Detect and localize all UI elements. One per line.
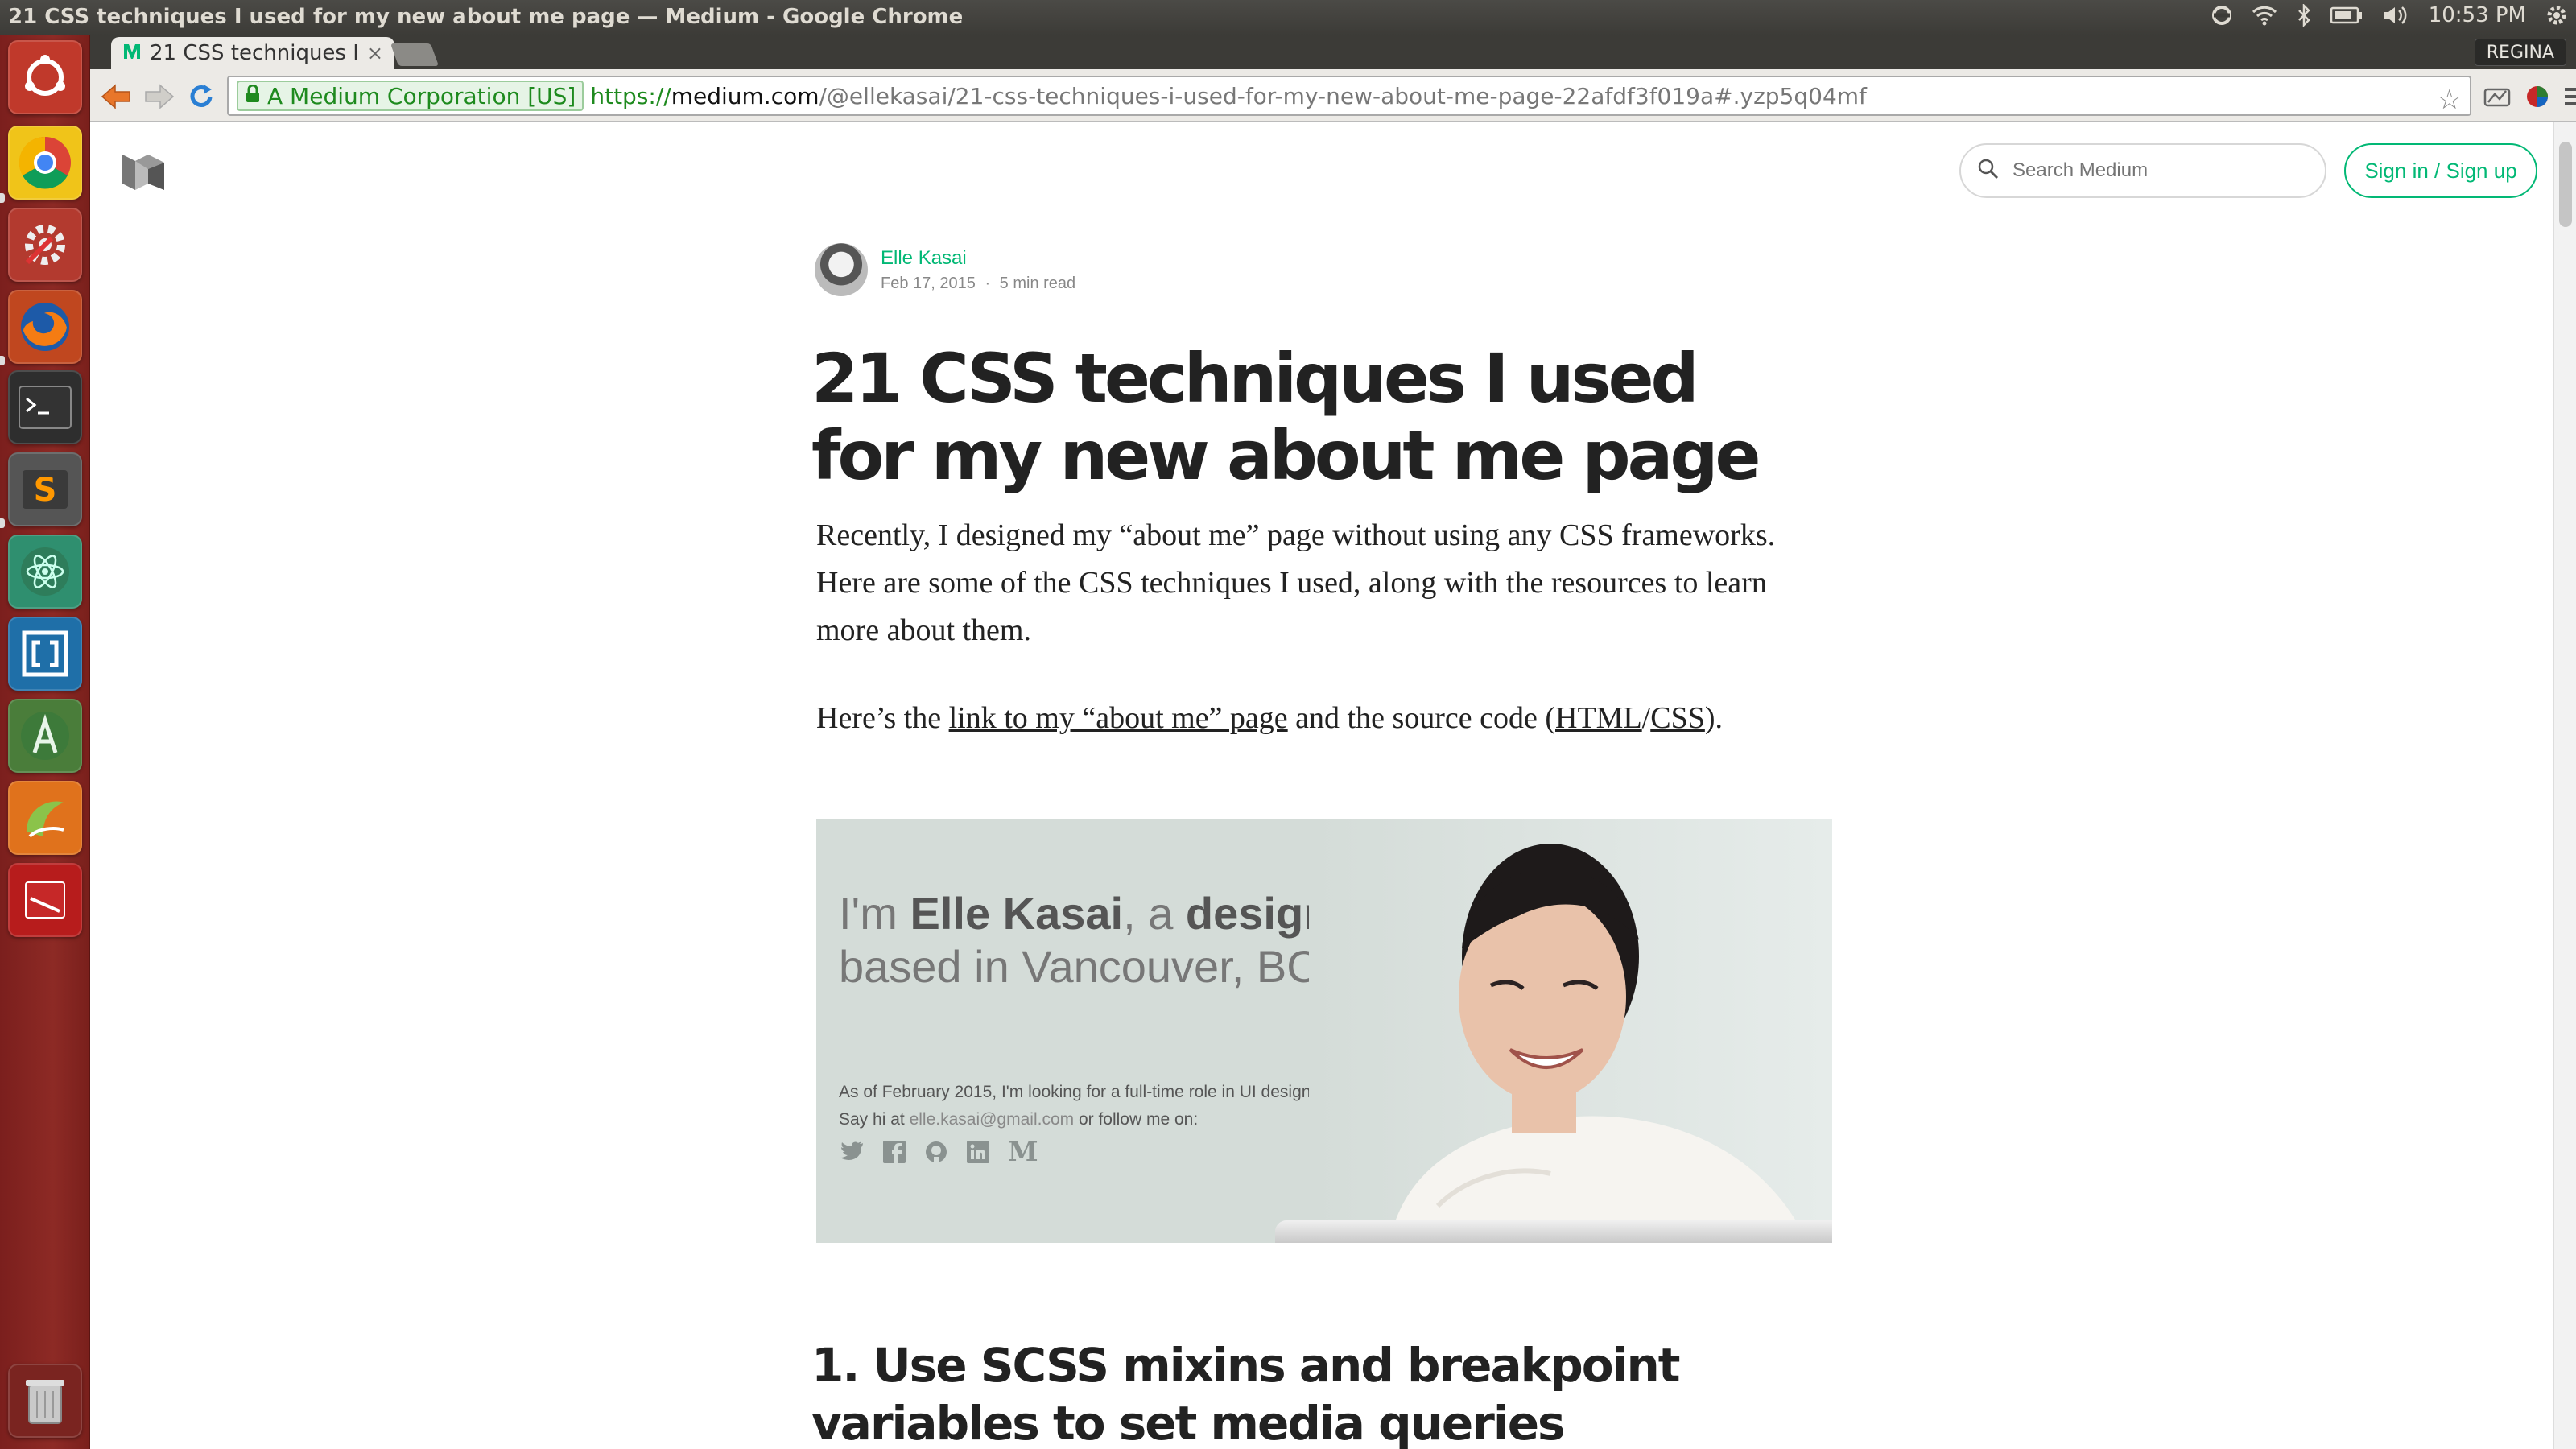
system-settings-icon[interactable] bbox=[8, 208, 82, 282]
tab-title: 21 CSS techniques I used for my new abou… bbox=[150, 41, 362, 65]
back-button[interactable] bbox=[98, 79, 134, 114]
volume-icon[interactable] bbox=[2382, 5, 2409, 26]
hero-intro-2: , a bbox=[1123, 888, 1186, 939]
meta-separator: · bbox=[985, 274, 991, 292]
search-input[interactable] bbox=[2011, 159, 2309, 183]
tab-article[interactable]: 21 CSS techniques I used for my new abou… bbox=[111, 37, 394, 69]
reload-button[interactable] bbox=[184, 79, 219, 114]
sublime-text-icon[interactable]: S bbox=[8, 452, 82, 526]
bluetooth-icon[interactable] bbox=[2297, 4, 2311, 27]
facebook-icon bbox=[882, 1140, 906, 1167]
avatar[interactable] bbox=[815, 243, 868, 296]
tab-strip: 21 CSS techniques I used for my new abou… bbox=[90, 35, 2576, 69]
wifi-icon[interactable] bbox=[2252, 5, 2277, 26]
article-body: 21 CSS techniques I used for my new abou… bbox=[811, 340, 1810, 742]
links-suffix: ). bbox=[1704, 701, 1724, 735]
svg-text:S: S bbox=[34, 472, 57, 509]
unity-launcher: S bbox=[0, 35, 90, 1449]
brackets-icon[interactable] bbox=[8, 617, 82, 691]
url-host: medium.com bbox=[671, 82, 819, 109]
extension-color-icon[interactable] bbox=[2521, 80, 2553, 113]
links-prefix: Here’s the bbox=[816, 701, 949, 735]
laptop-edge bbox=[1275, 1220, 1832, 1243]
github-icon bbox=[924, 1140, 948, 1167]
ubuntu-dash-icon[interactable] bbox=[8, 40, 82, 114]
chrome-menu-icon[interactable] bbox=[2558, 80, 2576, 113]
battery-icon[interactable] bbox=[2330, 6, 2363, 24]
html-source-link[interactable]: HTML bbox=[1555, 701, 1642, 735]
linkedin-icon bbox=[966, 1140, 990, 1167]
hero-image: I'm Elle Kasai, a designer based in Vanc… bbox=[816, 819, 1832, 1243]
profile-badge[interactable]: REGINA bbox=[2474, 39, 2566, 66]
lock-icon bbox=[245, 83, 261, 109]
web-page: Sign in / Sign up Elle Kasai Feb 17, 201… bbox=[90, 122, 2553, 1449]
section-heading-1: 1. Use SCSS mixins and breakpoint variab… bbox=[811, 1338, 1680, 1449]
new-tab-button[interactable] bbox=[390, 43, 440, 66]
signin-button[interactable]: Sign in / Sign up bbox=[2344, 143, 2537, 198]
post-meta: Feb 17, 2015 · 5 min read bbox=[881, 275, 1075, 293]
book-icon[interactable] bbox=[8, 863, 82, 937]
hero-intro-3: based in Vancouver, BC. bbox=[839, 941, 1332, 992]
hero-email: elle.kasai@gmail.com bbox=[909, 1110, 1075, 1129]
gear-icon[interactable] bbox=[2545, 4, 2568, 27]
terminal-icon[interactable] bbox=[8, 370, 82, 444]
system-indicators: 10:53 PM bbox=[2211, 3, 2568, 27]
android-studio-icon[interactable] bbox=[8, 699, 82, 773]
article-links-paragraph: Here’s the link to my “about me” page an… bbox=[816, 695, 1810, 742]
tab-close-icon[interactable]: × bbox=[367, 42, 383, 64]
sweethome-icon[interactable] bbox=[8, 781, 82, 855]
url-scheme: https:// bbox=[590, 82, 671, 109]
running-indicator bbox=[0, 356, 5, 365]
about-me-link[interactable]: link to my “about me” page bbox=[949, 701, 1288, 735]
links-slash: / bbox=[1641, 701, 1651, 735]
scrollbar-thumb[interactable] bbox=[2559, 142, 2572, 227]
author-name[interactable]: Elle Kasai bbox=[881, 247, 1075, 270]
extension-icon[interactable] bbox=[2481, 80, 2513, 113]
window-title: 21 CSS techniques I used for my new abou… bbox=[8, 5, 964, 29]
running-indicator bbox=[0, 518, 5, 528]
medium-favicon-icon bbox=[122, 43, 142, 64]
hero-name: Elle Kasai bbox=[910, 888, 1124, 939]
forward-button[interactable] bbox=[142, 79, 177, 114]
post-date: Feb 17, 2015 bbox=[881, 274, 976, 292]
sync-icon[interactable] bbox=[2211, 5, 2232, 26]
article-title: 21 CSS techniques I used for my new abou… bbox=[811, 339, 1761, 495]
running-indicator bbox=[0, 193, 5, 203]
medium-m-icon: M bbox=[1008, 1136, 1038, 1168]
links-middle: and the source code ( bbox=[1287, 701, 1556, 735]
author-block: Elle Kasai Feb 17, 2015 · 5 min read bbox=[815, 243, 1075, 296]
hero-social-icons: M bbox=[839, 1136, 1038, 1168]
read-time: 5 min read bbox=[999, 274, 1076, 292]
twitter-icon bbox=[839, 1140, 865, 1167]
author-meta: Elle Kasai Feb 17, 2015 · 5 min read bbox=[881, 247, 1075, 293]
hero-intro-1: I'm bbox=[839, 888, 910, 939]
hero-small-2: or follow me on: bbox=[1074, 1110, 1199, 1129]
firefox-icon[interactable] bbox=[8, 290, 82, 364]
search-box[interactable] bbox=[1959, 143, 2326, 198]
ev-certificate-badge[interactable]: A Medium Corporation [US] bbox=[237, 80, 584, 111]
search-icon bbox=[1977, 158, 2000, 184]
trash-icon[interactable] bbox=[8, 1364, 82, 1438]
article-intro: Recently, I designed my “about me” page … bbox=[816, 518, 1776, 647]
css-source-link[interactable]: CSS bbox=[1650, 701, 1705, 735]
hero-portrait bbox=[1309, 819, 1832, 1243]
clock[interactable]: 10:53 PM bbox=[2429, 3, 2526, 27]
atom-icon[interactable] bbox=[8, 535, 82, 609]
address-bar[interactable]: A Medium Corporation [US] https://medium… bbox=[227, 76, 2471, 116]
browser-toolbar: A Medium Corporation [US] https://medium… bbox=[90, 69, 2576, 122]
chrome-icon[interactable] bbox=[8, 126, 82, 200]
url-path: /@ellekasai/21-css-techniques-i-used-for… bbox=[819, 82, 1867, 109]
os-top-panel: 21 CSS techniques I used for my new abou… bbox=[0, 0, 2576, 35]
page-scrollbar[interactable] bbox=[2553, 122, 2576, 1449]
medium-logo-icon[interactable] bbox=[119, 151, 167, 193]
bookmark-star-icon[interactable]: ☆ bbox=[2438, 84, 2462, 114]
ev-certificate-label: A Medium Corporation [US] bbox=[267, 82, 576, 109]
